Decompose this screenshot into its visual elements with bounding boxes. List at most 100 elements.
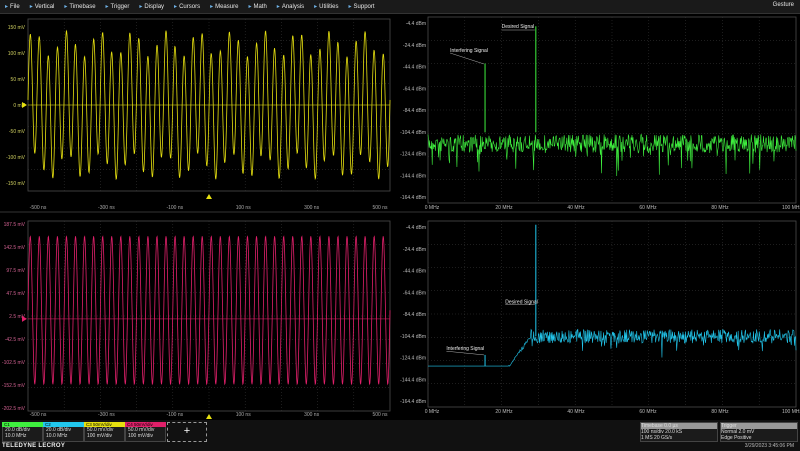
time-bottom-xlabel: 500 ns xyxy=(372,412,388,418)
channel-setting: 10.0 MHz xyxy=(46,433,68,439)
channel-descriptor-2[interactable]: C2 20.0 dB/div 10.0 MHz xyxy=(43,422,84,442)
timebase-descriptor[interactable]: Timebase 0.0 µs 100 ns/div 20.0 kS 1 MS … xyxy=(640,422,718,442)
spec-bottom-xlabel: 20 MHz xyxy=(495,409,513,415)
status-footer: TELEDYNE LECROY 3/29/2023 3:45:06 PM xyxy=(0,442,800,451)
menu-item-file[interactable]: ▸ File xyxy=(0,3,25,11)
menu-item-cursors[interactable]: ▸ Cursors xyxy=(169,3,205,11)
time-bottom-ylabel: -152.5 mV xyxy=(2,383,26,389)
spec-top-ylabel: -164.4 dBm xyxy=(400,195,426,201)
menu-item-timebase[interactable]: ▸ Timebase xyxy=(59,3,100,11)
timebase-line-2: 1 MS 20 GS/s xyxy=(641,435,673,441)
menu-item-measure[interactable]: ▸ Measure xyxy=(205,3,243,11)
time-top-xlabel: 100 ns xyxy=(236,205,252,211)
spec-bottom-ylabel: -144.4 dBm xyxy=(400,377,426,383)
trigger-icon: ▸ xyxy=(105,4,109,10)
spec-bottom-ylabel: -44.4 dBm xyxy=(403,269,426,275)
channel-setting: 10.0 MHz xyxy=(5,433,27,439)
time-bottom-ylabel: 97.5 mV xyxy=(6,268,25,274)
menu-label: Support xyxy=(353,3,375,10)
menu-label: Math xyxy=(253,3,267,10)
time-top-xlabel: 500 ns xyxy=(372,205,388,211)
menu-item-analysis[interactable]: ▸ Analysis xyxy=(272,3,309,11)
spec-top-ylabel: -124.4 dBm xyxy=(400,152,426,158)
trigger-marker-icon[interactable] xyxy=(206,194,212,199)
time-bottom-ylabel: -102.5 mV xyxy=(2,360,26,366)
spec-top-xlabel: 20 MHz xyxy=(495,205,513,211)
menu-label: File xyxy=(10,3,20,10)
spec-bottom-xlabel: 80 MHz xyxy=(711,409,729,415)
spec-bottom-xlabel: 100 MHz xyxy=(782,409,800,415)
time-top-xlabel: -100 ns xyxy=(166,205,183,211)
time-top-ylabel: 50 mV xyxy=(11,77,26,83)
spec-bottom-ylabel: -4.4 dBm xyxy=(406,225,426,231)
menu-label: Display xyxy=(144,3,165,10)
add-trace-button[interactable]: + xyxy=(167,422,207,442)
time-bottom-xlabel: 100 ns xyxy=(236,412,252,418)
menu-label: Measure xyxy=(215,3,239,10)
math-icon: ▸ xyxy=(248,4,252,10)
time-bottom-xlabel: -500 ns xyxy=(30,412,47,418)
spec-bottom-xlabel: 40 MHz xyxy=(567,409,585,415)
menu-label: Timebase xyxy=(69,3,96,10)
utilities-icon: ▸ xyxy=(314,4,318,10)
time-bottom-ylabel: -42.5 mV xyxy=(5,337,26,343)
time-bottom-ylabel: 187.5 mV xyxy=(4,222,26,228)
gesture-label[interactable]: Gesture xyxy=(773,2,794,8)
menu-label: Cursors xyxy=(179,3,201,10)
menu-label: Utilities xyxy=(319,3,339,10)
spec-top-xlabel: 60 MHz xyxy=(639,205,657,211)
time-top-xlabel: 300 ns xyxy=(304,205,320,211)
menu-item-utilities[interactable]: ▸ Utilities xyxy=(309,3,343,11)
desired-label-top: Desired Signal xyxy=(502,24,535,30)
time-bottom-xlabel: 300 ns xyxy=(304,412,320,418)
menu-bar: ▸ File ▸ Vertical ▸ Timebase ▸ Trigger ▸ Display ▸… xyxy=(0,0,800,14)
vertical-icon: ▸ xyxy=(29,4,33,10)
spec-top-ylabel: -24.4 dBm xyxy=(403,43,426,49)
spec-bottom-ylabel: -104.4 dBm xyxy=(400,334,426,340)
menu-label: Vertical xyxy=(34,3,55,10)
time-top-xlabel: -500 ns xyxy=(30,205,47,211)
spec-top-ylabel: -104.4 dBm xyxy=(400,130,426,136)
channel-descriptor-3[interactable]: C3 50mV/div 50.0 mV/div 100 mV/div xyxy=(84,422,125,442)
time-top-ylabel: 150 mV xyxy=(8,25,26,31)
menu-item-math[interactable]: ▸ Math xyxy=(243,3,271,11)
brand-logo: TELEDYNE LECROY xyxy=(2,443,66,449)
spec-bottom-xlabel: 0 MHz xyxy=(425,409,440,415)
desired-label-bottom: Desired Signal xyxy=(505,300,538,306)
time-top-ylabel: -150 mV xyxy=(6,181,26,187)
support-icon: ▸ xyxy=(348,4,352,10)
spec-top-xlabel: 100 MHz xyxy=(782,205,800,211)
trigger-descriptor[interactable]: Trigger Normal 2.0 mV Edge Positive xyxy=(720,422,798,442)
trigger-marker-bottom-icon[interactable] xyxy=(206,414,212,419)
timebase-icon: ▸ xyxy=(64,4,68,10)
time-bottom-ylabel: -202.5 mV xyxy=(2,406,26,412)
time-bottom-ylabel: 47.5 mV xyxy=(6,291,25,297)
channel-descriptor-4[interactable]: C4 50mV/div 50.0 mV/div 100 mV/div xyxy=(125,422,166,442)
analysis-icon: ▸ xyxy=(276,4,280,10)
menu-item-support[interactable]: ▸ Support xyxy=(344,3,380,11)
menu-item-trigger[interactable]: ▸ Trigger xyxy=(101,3,135,11)
spec-top-ylabel: -84.4 dBm xyxy=(403,108,426,114)
menu-item-display[interactable]: ▸ Display xyxy=(134,3,169,11)
menu-label: Analysis xyxy=(281,3,305,10)
time-bottom-xlabel: -300 ns xyxy=(98,412,115,418)
spec-bottom-xlabel: 60 MHz xyxy=(639,409,657,415)
spec-top-ylabel: -144.4 dBm xyxy=(400,173,426,179)
time-top-ylabel: 100 mV xyxy=(8,51,26,57)
spec-top-ylabel: -64.4 dBm xyxy=(403,86,426,92)
menu-item-vertical[interactable]: ▸ Vertical xyxy=(25,3,60,11)
display-icon: ▸ xyxy=(139,4,143,10)
cursors-icon: ▸ xyxy=(174,4,178,10)
channel-panel: + Timebase 0.0 µs 100 ns/div 20.0 kS 1 M… xyxy=(0,420,800,442)
measure-icon: ▸ xyxy=(210,4,214,10)
time-top-xlabel: -300 ns xyxy=(98,205,115,211)
channel-setting: 100 mV/div xyxy=(128,433,154,439)
trigger-line-2: Edge Positive xyxy=(721,435,752,441)
scope-display: 150 mV100 mV50 mV0 mV-50 mV-100 mV-150 m… xyxy=(0,16,800,419)
menu-label: Trigger xyxy=(110,3,130,10)
time-top-ylabel: -50 mV xyxy=(9,129,26,135)
channel-descriptor-1[interactable]: C1 20.0 dB/div 10.0 MHz xyxy=(2,422,43,442)
spec-bottom-ylabel: -124.4 dBm xyxy=(400,356,426,362)
spec-top-xlabel: 80 MHz xyxy=(711,205,729,211)
spec-bottom-ylabel: -24.4 dBm xyxy=(403,247,426,253)
